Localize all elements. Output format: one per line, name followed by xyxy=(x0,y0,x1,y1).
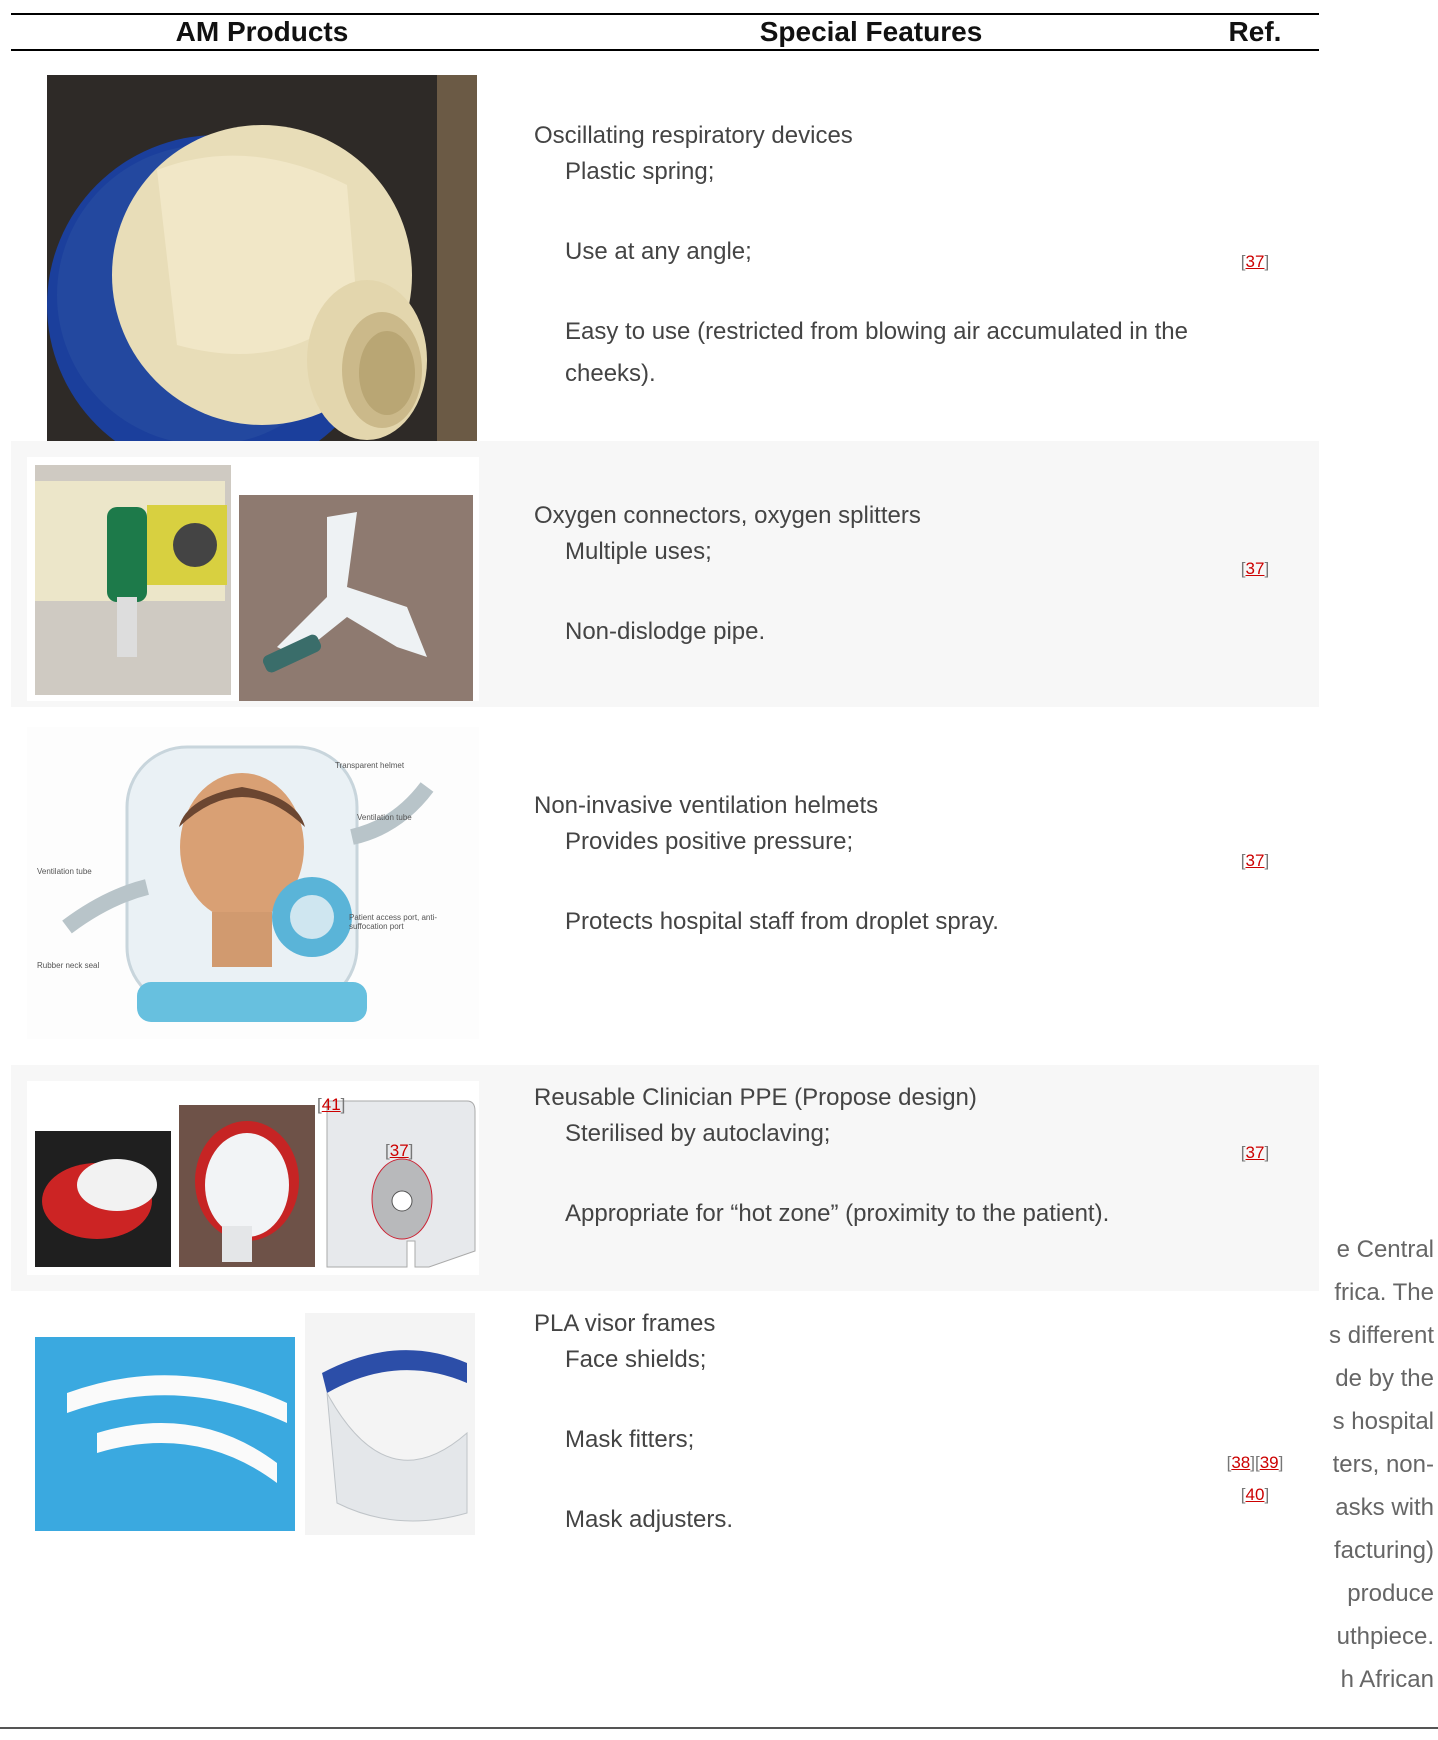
visor-frame-images xyxy=(27,1313,479,1535)
ref-cell: [37] xyxy=(1240,1143,1270,1162)
feature-bullet: Use at any angle; xyxy=(565,238,752,265)
ref-link[interactable]: 37 xyxy=(1246,851,1265,870)
feature-bullet: Plastic spring; xyxy=(565,158,715,185)
ref-link[interactable]: 39 xyxy=(1260,1453,1279,1472)
background-line: s hospital xyxy=(1332,1408,1434,1435)
figure-label: Transparent helmet xyxy=(335,761,405,770)
background-line: frica. The xyxy=(1334,1279,1434,1306)
features-cell: Oscillating respiratory devices Plastic … xyxy=(534,121,1194,395)
background-line: uthpiece. xyxy=(1336,1623,1434,1650)
ref-link[interactable]: 37 xyxy=(1246,1143,1265,1162)
feature-bullet: Non-dislodge pipe. xyxy=(565,618,766,645)
ref-cell: [38][39] [40] xyxy=(1226,1453,1284,1504)
feature-title: Oscillating respiratory devices xyxy=(534,122,853,149)
feature-bullet: Multiple uses; xyxy=(565,538,712,565)
figure-label: Ventilation tube xyxy=(357,813,412,822)
background-line: h African xyxy=(1340,1666,1434,1693)
features-cell: Non-invasive ventilation helmets Provide… xyxy=(534,791,1194,943)
features-cell: PLA visor frames Face shields; Mask fitt… xyxy=(534,1309,1194,1541)
feature-bullet: Appropriate for “hot zone” (proximity to… xyxy=(565,1200,1110,1227)
feature-title: Reusable Clinician PPE (Propose design) xyxy=(534,1084,977,1111)
image-ref: [41] xyxy=(317,1095,346,1114)
ventilation-helmet-image: Transparent helmet Ventilation tube Vent… xyxy=(27,727,479,1039)
figure-label: Patient access port, anti-suffocation po… xyxy=(349,913,438,931)
background-line: produce xyxy=(1347,1580,1434,1607)
feature-title: Oxygen connectors, oxygen splitters xyxy=(534,502,921,529)
header-special-features: Special Features xyxy=(759,16,983,47)
background-line: de by the xyxy=(1335,1365,1434,1392)
clinician-ppe-images: [41] [37] xyxy=(27,1081,479,1275)
feature-bullet: Easy to use (restricted from blowing air… xyxy=(565,318,1188,387)
feature-bullet: Provides positive pressure; xyxy=(565,828,854,855)
features-cell: Reusable Clinician PPE (Propose design) … xyxy=(534,1083,1194,1235)
ref-link[interactable]: 41 xyxy=(322,1095,341,1114)
am-products-table: AM Products Special Features Ref. Oscill… xyxy=(11,13,1319,1535)
background-line: facturing) xyxy=(1333,1537,1434,1564)
table-row: PLA visor frames Face shields; Mask fitt… xyxy=(11,1291,1319,1727)
background-line: s different xyxy=(1329,1322,1434,1349)
ref-link[interactable]: 37 xyxy=(1246,252,1265,271)
ref-cell: [37] xyxy=(1240,559,1270,578)
table-header: AM Products Special Features Ref. xyxy=(11,13,1319,51)
feature-bullet: Mask adjusters. xyxy=(565,1506,734,1533)
feature-bullet: Mask fitters; xyxy=(565,1426,695,1453)
oxygen-connector-images xyxy=(27,457,479,701)
ref-link[interactable]: 37 xyxy=(1246,559,1265,578)
table-row: Transparent helmet Ventilation tube Vent… xyxy=(11,707,1319,1065)
table-row: Oxygen connectors, oxygen splitters Mult… xyxy=(11,441,1319,707)
feature-bullet: Sterilised by autoclaving; xyxy=(565,1120,831,1147)
ref-cell: [37] xyxy=(1240,851,1270,870)
background-line: asks with xyxy=(1335,1494,1434,1521)
figure-label: Rubber neck seal xyxy=(37,961,100,970)
ref-cell: [37] xyxy=(1240,252,1270,271)
background-line: e Central xyxy=(1336,1236,1434,1263)
image-ref: [37] xyxy=(385,1141,414,1160)
header-ref: Ref. xyxy=(1228,16,1282,47)
respiratory-device-image xyxy=(47,75,477,487)
table-row: [41] [37] Reusable Clinician PPE (Propos… xyxy=(11,1065,1319,1291)
feature-title: PLA visor frames xyxy=(534,1310,716,1337)
ref-link[interactable]: 37 xyxy=(390,1141,409,1160)
figure-label: Ventilation tube xyxy=(37,867,92,876)
ref-link[interactable]: 40 xyxy=(1246,1485,1265,1504)
feature-bullet: Protects hospital staff from droplet spr… xyxy=(565,908,999,935)
background-line: ters, non- xyxy=(1332,1451,1434,1478)
header-am-products: AM Products xyxy=(175,16,349,47)
feature-bullet: Face shields; xyxy=(565,1346,707,1373)
features-cell: Oxygen connectors, oxygen splitters Mult… xyxy=(534,501,1194,653)
table-bottom-rule xyxy=(0,1727,1438,1729)
feature-title: Non-invasive ventilation helmets xyxy=(534,792,879,819)
ref-link[interactable]: 38 xyxy=(1231,1453,1250,1472)
